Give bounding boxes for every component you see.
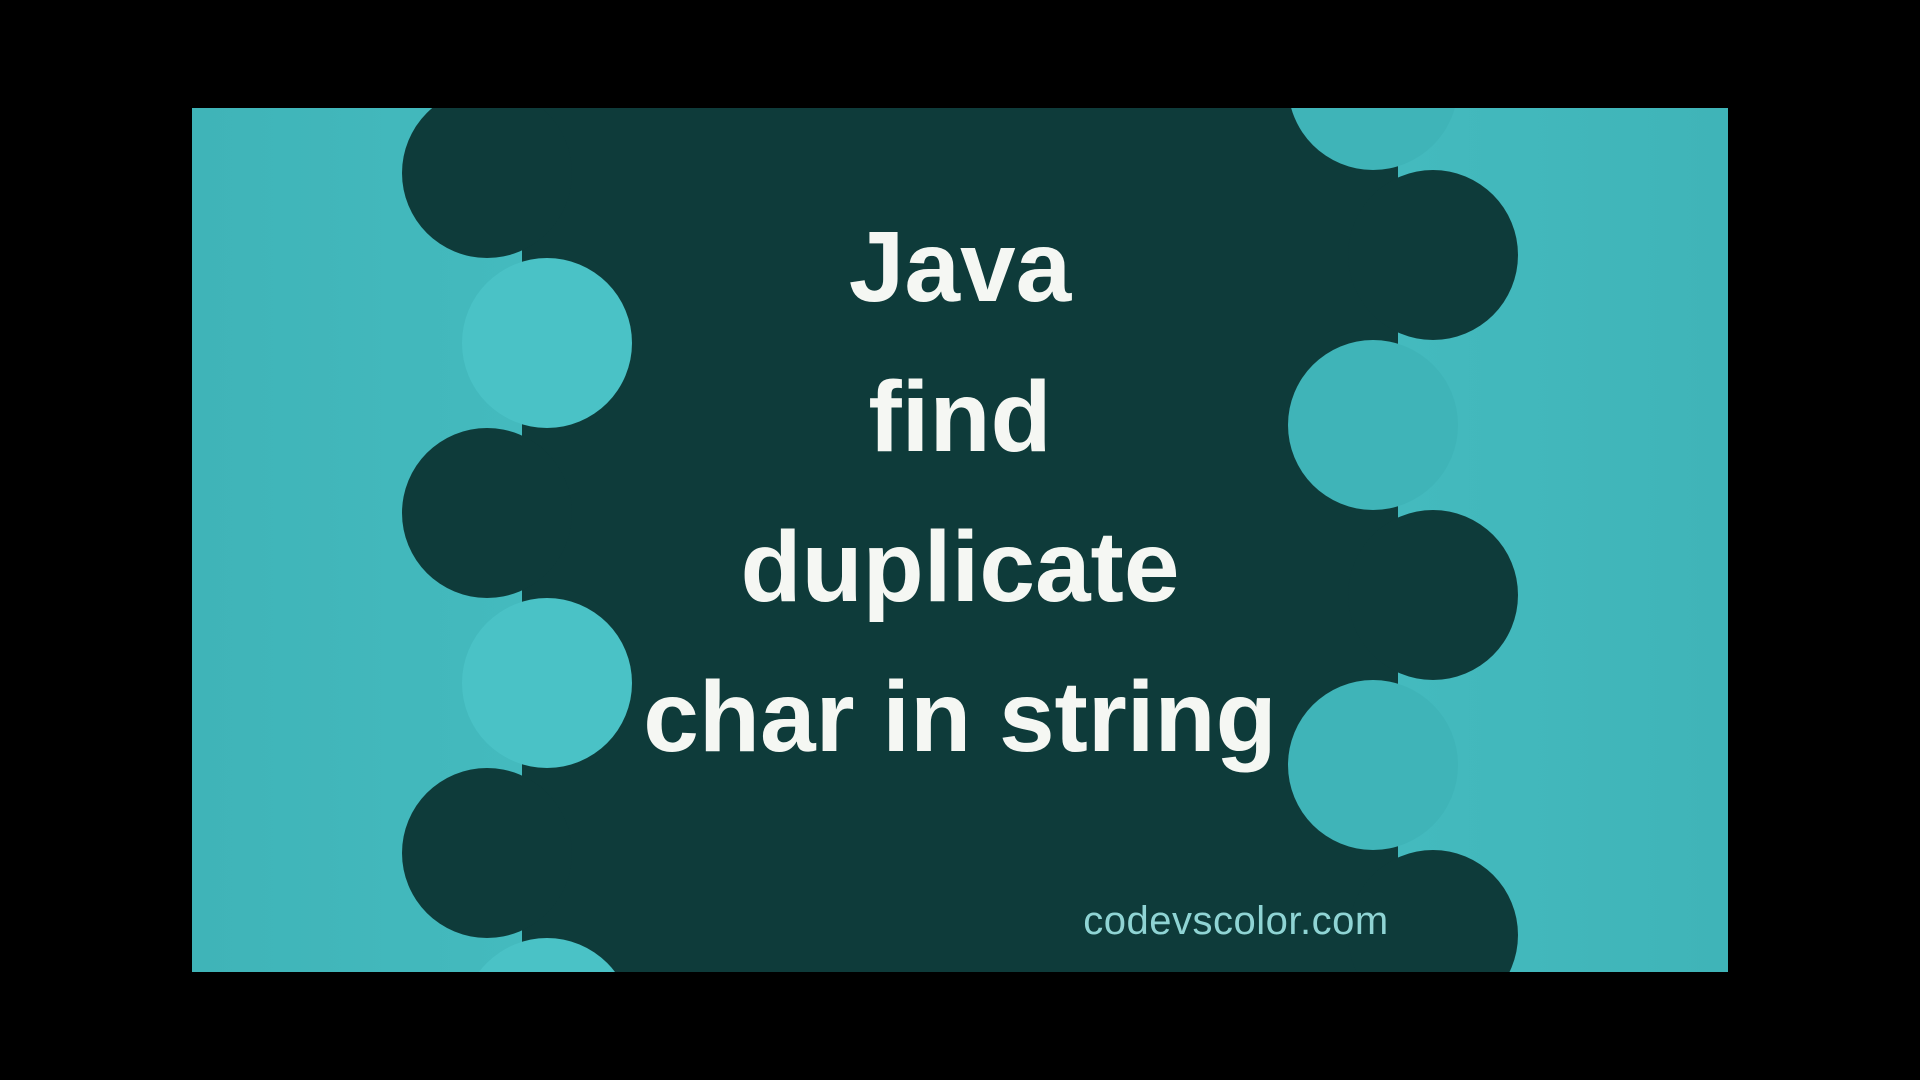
title-line: find [643,342,1276,492]
thumbnail-canvas: Java find duplicate char in string codev… [192,108,1728,972]
title-line: char in string [643,642,1276,792]
watermark-text: codevscolor.com [1083,899,1388,944]
blob-inset [462,598,632,768]
title-line: duplicate [643,492,1276,642]
blob-inset [1288,340,1458,510]
blob-bump [1348,510,1518,680]
blob-bump [402,768,572,938]
blob-bump [402,428,572,598]
blob-inset [1288,680,1458,850]
title-line: Java [643,192,1276,342]
title-text: Java find duplicate char in string [643,192,1276,792]
blob-bump [1348,170,1518,340]
blob-inset [462,258,632,428]
